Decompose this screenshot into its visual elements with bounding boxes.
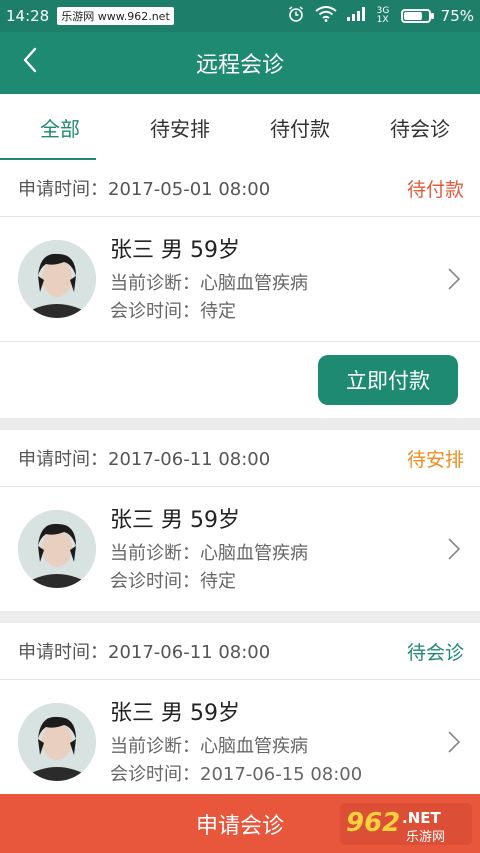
app-root: 14:28 乐游网 www.962.net 3G 1X 75% 远程会诊 全部 … bbox=[0, 0, 480, 853]
avatar bbox=[18, 703, 96, 781]
patient-summary: 张三 男 59岁 bbox=[110, 701, 240, 726]
card-header: 申请时间：2017-05-01 08:00 待付款 bbox=[0, 160, 480, 217]
pay-now-button[interactable]: 立即付款 bbox=[318, 355, 458, 405]
svg-text:.NET: .NET bbox=[402, 809, 441, 827]
tab-all[interactable]: 全部 bbox=[0, 94, 120, 161]
tab-bar: 全部 待安排 待付款 待会诊 bbox=[0, 94, 480, 161]
back-button[interactable] bbox=[10, 32, 50, 94]
consult-time-text: 会诊时间：待定 bbox=[110, 301, 236, 322]
consultation-card: 申请时间：2017-06-11 08:00 待会诊 张三 男 59岁 当前诊断：… bbox=[0, 623, 480, 794]
consultation-card: 申请时间：2017-06-11 08:00 待安排 张三 男 59岁 当前诊断：… bbox=[0, 430, 480, 611]
status-right: 3G 1X 75% bbox=[287, 5, 474, 27]
chevron-left-icon bbox=[22, 47, 38, 79]
status-label: 待付款 bbox=[406, 178, 464, 201]
patient-summary: 张三 男 59岁 bbox=[110, 238, 240, 263]
consultation-list: 申请时间：2017-05-01 08:00 待付款 张三 男 59岁 当前诊断：… bbox=[0, 160, 480, 794]
consult-time-text: 会诊时间：待定 bbox=[110, 571, 236, 592]
battery-percent: 75% bbox=[440, 7, 474, 25]
card-footer: 立即付款 bbox=[0, 341, 480, 418]
svg-text:乐游网: 乐游网 bbox=[406, 830, 445, 845]
alarm-icon bbox=[287, 5, 305, 27]
chevron-right-icon bbox=[444, 264, 464, 294]
signal-icon bbox=[346, 7, 367, 25]
site-logo: 962 .NET 乐游网 bbox=[340, 803, 472, 845]
site-watermark: 乐游网 www.962.net bbox=[57, 7, 174, 25]
diagnosis-text: 当前诊断：心脑血管疾病 bbox=[110, 736, 308, 757]
avatar bbox=[18, 510, 96, 588]
avatar bbox=[18, 240, 96, 318]
card-body[interactable]: 张三 男 59岁 当前诊断：心脑血管疾病 会诊时间：2017-06-15 08:… bbox=[0, 680, 480, 794]
status-label: 待会诊 bbox=[406, 641, 464, 664]
status-label: 待安排 bbox=[406, 448, 464, 471]
patient-info: 张三 男 59岁 当前诊断：心脑血管疾病 会诊时间：待定 bbox=[110, 502, 444, 596]
apply-consultation-button[interactable]: 申请会诊 962 .NET 乐游网 bbox=[0, 794, 480, 853]
consult-time-text: 会诊时间：2017-06-15 08:00 bbox=[110, 764, 363, 785]
tab-pending-arrange[interactable]: 待安排 bbox=[120, 94, 240, 160]
battery-icon bbox=[400, 9, 434, 23]
card-header: 申请时间：2017-06-11 08:00 待安排 bbox=[0, 430, 480, 487]
app-header: 远程会诊 bbox=[0, 32, 480, 94]
patient-info: 张三 男 59岁 当前诊断：心脑血管疾病 会诊时间：待定 bbox=[110, 232, 444, 326]
status-time: 14:28 bbox=[6, 7, 50, 25]
chevron-right-icon bbox=[444, 534, 464, 564]
patient-info: 张三 男 59岁 当前诊断：心脑血管疾病 会诊时间：2017-06-15 08:… bbox=[110, 695, 444, 789]
status-bar: 14:28 乐游网 www.962.net 3G 1X 75% bbox=[0, 0, 480, 32]
apply-time: 申请时间：2017-05-01 08:00 bbox=[18, 179, 271, 200]
tab-pending-payment[interactable]: 待付款 bbox=[240, 94, 360, 160]
diagnosis-text: 当前诊断：心脑血管疾病 bbox=[110, 543, 308, 564]
card-body[interactable]: 张三 男 59岁 当前诊断：心脑血管疾病 会诊时间：待定 bbox=[0, 217, 480, 341]
network-type: 3G 1X bbox=[376, 6, 390, 25]
apply-time: 申请时间：2017-06-11 08:00 bbox=[18, 449, 271, 470]
diagnosis-text: 当前诊断：心脑血管疾病 bbox=[110, 273, 308, 294]
consultation-card: 申请时间：2017-05-01 08:00 待付款 张三 男 59岁 当前诊断：… bbox=[0, 160, 480, 418]
page-title: 远程会诊 bbox=[195, 53, 284, 78]
card-body[interactable]: 张三 男 59岁 当前诊断：心脑血管疾病 会诊时间：待定 bbox=[0, 487, 480, 611]
battery-fill bbox=[403, 12, 422, 20]
tab-pending-consult[interactable]: 待会诊 bbox=[360, 94, 480, 160]
apply-time: 申请时间：2017-06-11 08:00 bbox=[18, 642, 271, 663]
status-left: 14:28 乐游网 www.962.net bbox=[6, 7, 174, 25]
svg-text:962: 962 bbox=[346, 808, 400, 838]
patient-summary: 张三 男 59岁 bbox=[110, 508, 240, 533]
wifi-icon bbox=[315, 6, 337, 26]
card-header: 申请时间：2017-06-11 08:00 待会诊 bbox=[0, 623, 480, 680]
chevron-right-icon bbox=[444, 727, 464, 757]
apply-consultation-label: 申请会诊 bbox=[195, 813, 284, 839]
